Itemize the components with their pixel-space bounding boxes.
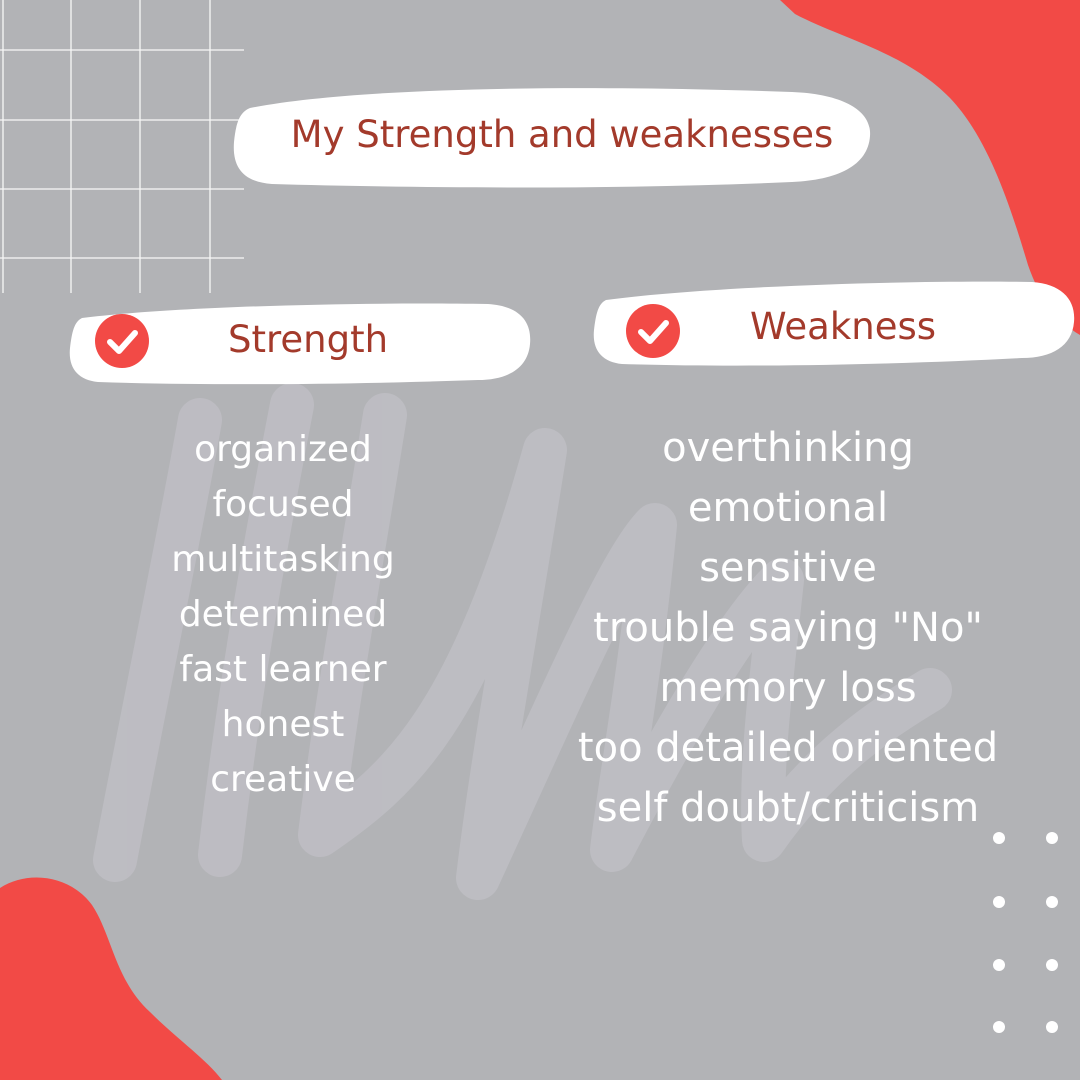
list-item: sensitive: [699, 545, 877, 591]
red-blob-bottom-left: [0, 877, 222, 1080]
list-item: focused: [212, 484, 354, 525]
list-item: organized: [194, 429, 372, 470]
strength-check-icon: [95, 314, 149, 368]
strength-heading: Strength: [228, 318, 389, 361]
list-item: multitasking: [171, 539, 395, 580]
page-title: My Strength and weaknesses: [290, 113, 834, 156]
weakness-heading: Weakness: [750, 305, 937, 348]
dot-pattern: [993, 832, 1058, 1033]
weakness-check-icon: [626, 304, 680, 358]
list-item: creative: [210, 759, 356, 800]
list-item: emotional: [687, 485, 889, 531]
grid-pattern: [0, 0, 244, 293]
strength-list: organized focused multitasking determine…: [133, 422, 433, 807]
list-item: determined: [178, 594, 388, 635]
list-item: trouble saying "No": [593, 605, 983, 651]
list-item: fast learner: [179, 649, 387, 690]
list-item: self doubt/criticism: [596, 785, 980, 831]
list-item: overthinking: [662, 425, 914, 471]
list-item: honest: [221, 704, 345, 745]
list-item: too detailed oriented: [577, 725, 999, 771]
weakness-list: overthinking emotional sensitive trouble…: [548, 418, 1028, 838]
list-item: memory loss: [659, 665, 917, 711]
